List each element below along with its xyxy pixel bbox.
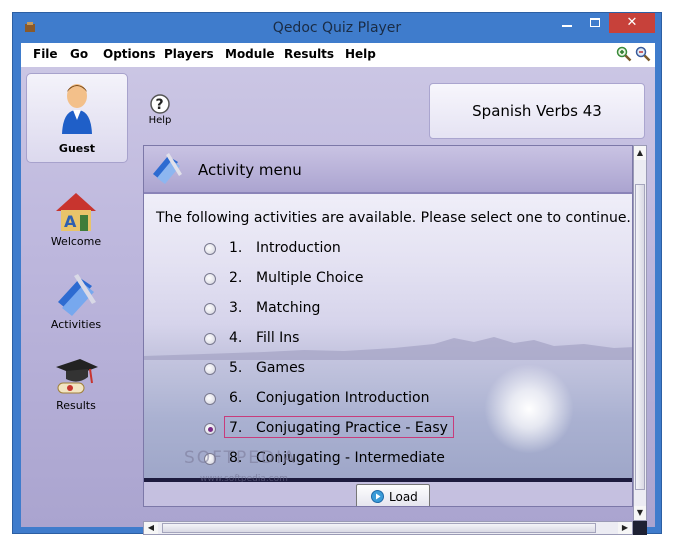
menu-help[interactable]: Help (345, 47, 376, 61)
activity-radio-7-selected[interactable] (204, 423, 216, 435)
activity-radio-5[interactable] (204, 363, 216, 375)
activity-intro-text: The following activities are available. … (156, 210, 631, 226)
tree-silhouette (144, 337, 632, 360)
activity-label: Fill Ins (256, 330, 300, 346)
activity-radio-4[interactable] (204, 333, 216, 345)
activity-books-icon (153, 153, 182, 184)
title-bar[interactable]: Qedoc Quiz Player ✕ (13, 13, 661, 43)
close-button[interactable]: ✕ (609, 13, 655, 33)
vertical-scroll-thumb[interactable] (635, 184, 645, 490)
activity-number: 4. (229, 330, 243, 346)
sun-reflection (484, 364, 574, 454)
app-window: Qedoc Quiz Player ✕ File Go Options Play… (12, 12, 662, 535)
welcome-house-icon: A (56, 193, 96, 231)
module-title: Spanish Verbs 43 (429, 83, 645, 139)
activity-label: Introduction (256, 240, 341, 256)
activity-footer: Load (144, 482, 632, 506)
scroll-left-icon[interactable]: ◀ (144, 522, 158, 534)
activity-number: 1. (229, 240, 243, 256)
activity-number: 5. (229, 360, 243, 376)
menu-go[interactable]: Go (70, 47, 88, 61)
menu-module[interactable]: Module (225, 47, 275, 61)
maximize-icon (590, 18, 600, 27)
horizontal-scrollbar[interactable]: ◀ ▶ (143, 521, 633, 535)
activity-label: Conjugating Practice - Easy (256, 420, 448, 436)
activity-label: Multiple Choice (256, 270, 364, 286)
menu-bar: File Go Options Players Module Results H… (21, 43, 655, 67)
user-avatar-icon (62, 84, 92, 134)
sidebar-item-welcome-label: Welcome (50, 235, 102, 248)
load-play-icon (371, 490, 384, 503)
menu-file[interactable]: File (33, 47, 58, 61)
minimize-button[interactable] (553, 13, 581, 33)
zoom-out-icon[interactable] (635, 46, 651, 62)
activity-radio-6[interactable] (204, 393, 216, 405)
activity-pane: Activity menu The following activities a… (143, 145, 633, 507)
activity-label: Conjugation Introduction (256, 390, 430, 406)
sidebar-item-activities-label: Activities (50, 318, 102, 331)
zoom-in-icon[interactable] (616, 46, 632, 62)
activities-books-icon (58, 274, 96, 316)
minimize-icon (562, 24, 572, 27)
activity-label: Matching (256, 300, 321, 316)
activity-number: 3. (229, 300, 243, 316)
activity-number: 2. (229, 270, 243, 286)
activity-number: 6. (229, 390, 243, 406)
scroll-up-icon[interactable]: ▲ (634, 146, 646, 160)
activity-label: Games (256, 360, 305, 376)
scroll-down-icon[interactable]: ▼ (634, 506, 646, 520)
activity-radio-3[interactable] (204, 303, 216, 315)
menu-options[interactable]: Options (103, 47, 156, 61)
scroll-right-icon[interactable]: ▶ (618, 522, 632, 534)
help-button[interactable]: ? Help (145, 93, 175, 126)
sidebar-item-results[interactable]: Results (21, 353, 131, 412)
client-area: Guest A Welcome Activities Results ? Hel… (21, 67, 655, 535)
sidebar-item-results-label: Results (56, 399, 96, 412)
activity-number: 7. (229, 420, 243, 436)
lake-background (144, 194, 632, 482)
load-label: Load (389, 490, 418, 504)
activity-radio-2[interactable] (204, 273, 216, 285)
watermark-brand: SOFTPEDIA (184, 448, 297, 468)
help-icon: ? (150, 94, 170, 114)
svg-text:?: ? (156, 97, 164, 113)
player-name: Guest (58, 142, 96, 155)
results-graduation-icon (56, 359, 98, 394)
menu-players[interactable]: Players (164, 47, 214, 61)
sidebar-item-activities[interactable]: Activities (21, 272, 131, 331)
maximize-button[interactable] (581, 13, 609, 33)
menu-results[interactable]: Results (284, 47, 334, 61)
activity-radio-1[interactable] (204, 243, 216, 255)
sidebar: Guest A Welcome Activities Results (21, 67, 141, 527)
scroll-corner (633, 521, 647, 535)
sidebar-item-welcome[interactable]: A Welcome (21, 189, 131, 248)
activity-header: Activity menu (144, 146, 632, 194)
player-button[interactable]: Guest (26, 73, 128, 163)
vertical-scrollbar[interactable]: ▲ ▼ (633, 145, 647, 521)
svg-text:A: A (64, 212, 77, 231)
load-button[interactable]: Load (356, 484, 430, 506)
help-label: Help (148, 115, 172, 126)
horizontal-scroll-thumb[interactable] (162, 523, 596, 533)
close-icon: ✕ (626, 15, 638, 30)
activity-menu-title: Activity menu (198, 161, 302, 179)
